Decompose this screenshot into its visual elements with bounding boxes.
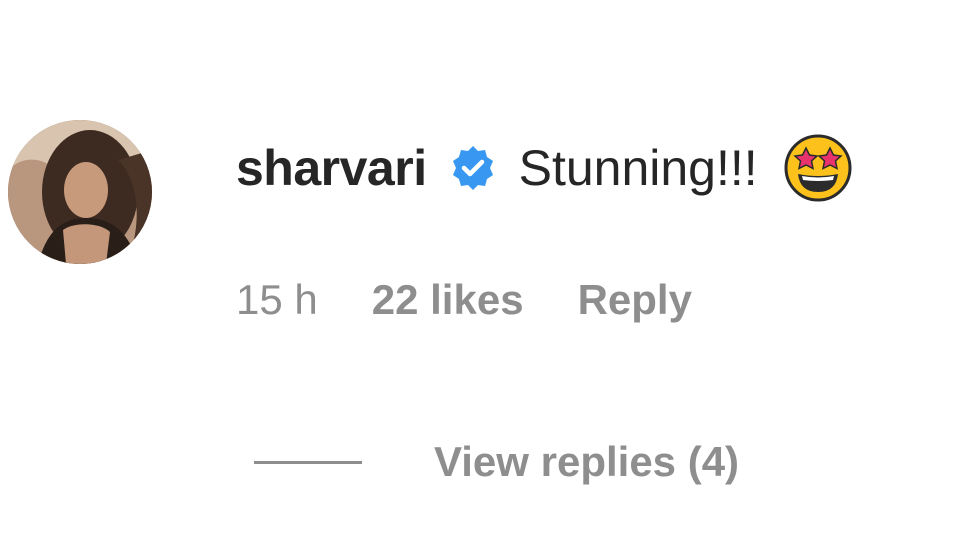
reply-button[interactable]: Reply: [578, 276, 692, 324]
username-link[interactable]: sharvari: [236, 139, 427, 197]
comment: sharvari Stunning!!! 15 h 22 likes Reply…: [0, 0, 960, 540]
replies-divider-line: [254, 460, 362, 464]
comment-timestamp[interactable]: 15 h: [236, 276, 318, 324]
comment-text: Stunning!!!: [518, 140, 758, 196]
view-replies-button[interactable]: View replies (4): [254, 434, 739, 490]
avatar-image: [8, 120, 152, 264]
view-replies-label: View replies (4): [434, 438, 740, 485]
comment-main-line: sharvari Stunning!!!: [236, 134, 852, 202]
likes-count[interactable]: 22 likes: [372, 276, 524, 324]
star-struck-emoji-icon: [784, 134, 852, 202]
comment-meta: 15 h 22 likes Reply: [236, 272, 692, 328]
verified-badge-icon: [449, 144, 497, 192]
avatar[interactable]: [8, 120, 152, 264]
